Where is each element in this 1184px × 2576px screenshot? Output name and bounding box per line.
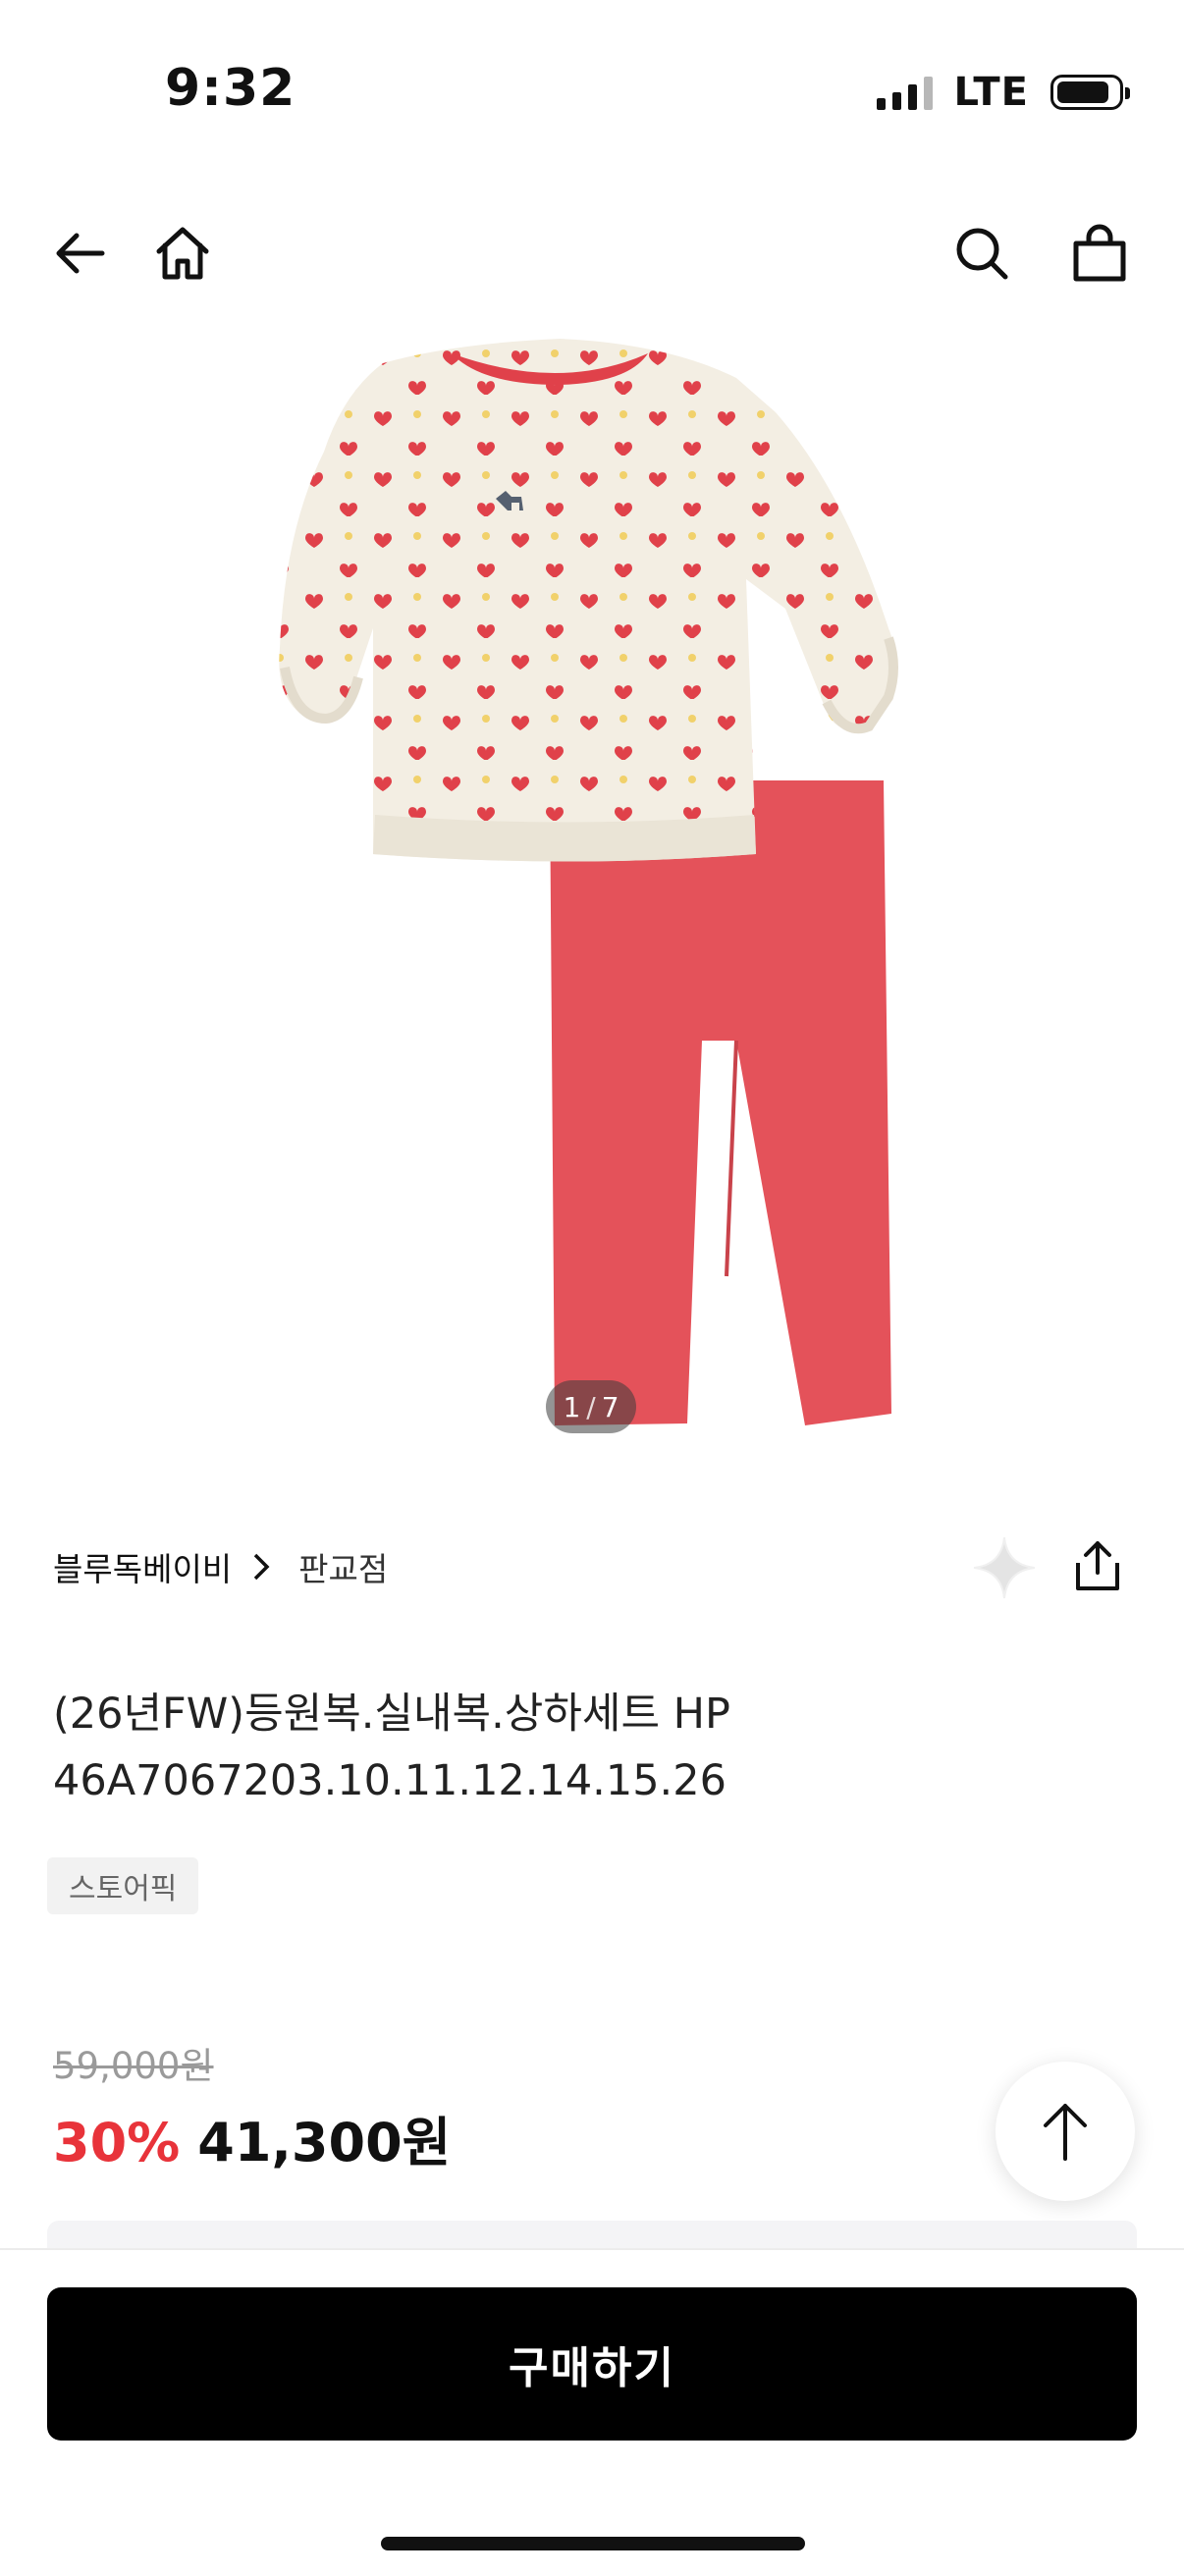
network-label: LTE — [953, 70, 1029, 115]
store-link[interactable]: 판교점 — [298, 1543, 388, 1590]
product-title-line2: 46A7067203.10.11.12.14.15.26 — [53, 1756, 727, 1805]
battery-icon — [1050, 75, 1130, 110]
store-pick-badge: 스토어픽 — [47, 1857, 199, 1914]
sparkle-wish-icon[interactable] — [972, 1535, 1037, 1600]
final-price: 41,300원 — [197, 2112, 452, 2174]
chevron-right-icon — [253, 1553, 270, 1581]
home-indicator[interactable] — [381, 2537, 805, 2550]
signal-icon — [876, 75, 933, 110]
buy-button[interactable]: 구매하기 — [47, 2287, 1137, 2441]
scroll-to-top-button[interactable] — [996, 2062, 1135, 2201]
brand-link[interactable]: 블루독베이비 — [53, 1543, 232, 1590]
status-indicators: LTE — [876, 69, 1130, 116]
search-icon[interactable] — [950, 222, 1013, 285]
brand-breadcrumb: 블루독베이비 판교점 — [53, 1539, 388, 1594]
image-counter: 1/7 — [546, 1380, 636, 1433]
price-row: 30% 41,300원 — [53, 2099, 451, 2176]
status-time: 9:32 — [165, 59, 296, 118]
home-icon[interactable] — [151, 222, 214, 285]
share-icon[interactable] — [1068, 1537, 1127, 1596]
shopping-bag-icon[interactable] — [1068, 222, 1131, 285]
product-image[interactable] — [157, 334, 1001, 1443]
back-arrow-icon[interactable] — [49, 222, 112, 285]
product-title: (26년FW)등원복.실내복.상하세트 HP 46A7067203.10.11.… — [53, 1681, 1133, 1814]
arrow-up-icon — [1044, 2104, 1087, 2161]
product-title-line1: (26년FW)등원복.실내복.상하세트 HP — [53, 1690, 730, 1739]
discount-rate: 30% — [53, 2112, 181, 2174]
original-price: 59,000원 — [53, 2045, 214, 2087]
